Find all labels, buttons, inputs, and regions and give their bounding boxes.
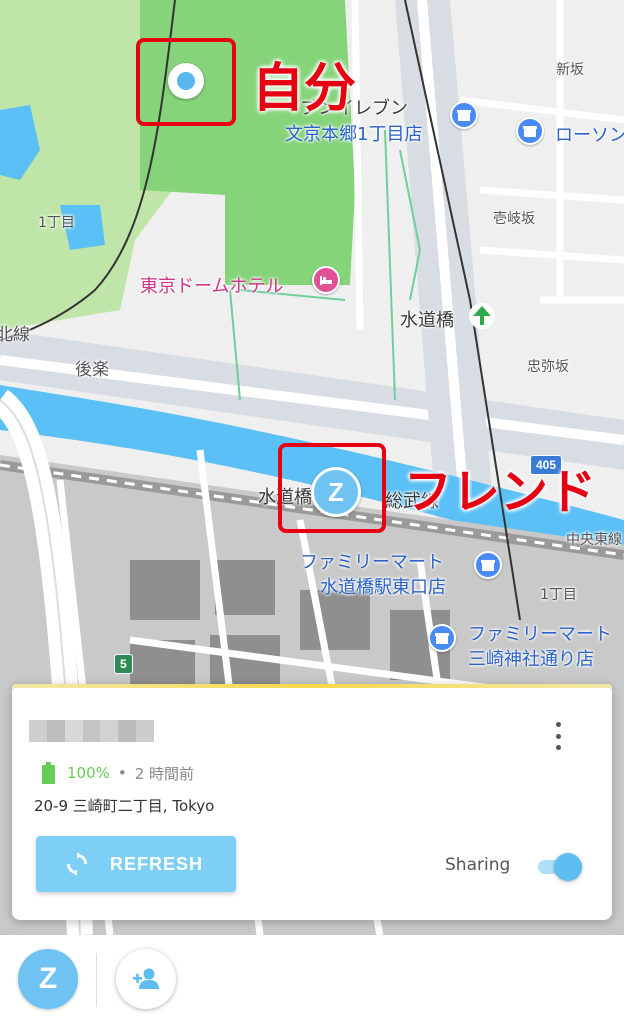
map-label-line-fragment: 北線 bbox=[0, 325, 30, 345]
map-label-familymart-2: ファミリーマート bbox=[468, 624, 612, 645]
route-5-shield: 5 bbox=[114, 654, 133, 674]
bar-divider bbox=[96, 953, 97, 1007]
map-label-1chome-left: 1丁目 bbox=[38, 215, 75, 231]
map-label-korakuen: 後楽 bbox=[75, 360, 109, 380]
sharing-label: Sharing bbox=[445, 855, 511, 875]
store-icon[interactable] bbox=[474, 551, 502, 579]
status-separator: • bbox=[117, 764, 127, 782]
map-label-lawson: ローソン bbox=[555, 125, 624, 146]
battery-full-icon bbox=[42, 762, 55, 784]
card-accent-line bbox=[12, 684, 612, 688]
add-friend-button[interactable] bbox=[116, 949, 176, 1009]
self-annotation-label: 自分 bbox=[252, 59, 357, 119]
friend-avatar[interactable]: Z bbox=[18, 949, 78, 1009]
map-label-tokyo-dome-hotel: 東京ドームホテル bbox=[140, 276, 284, 297]
map-label-chuo-line: 中央東線 bbox=[566, 532, 622, 548]
map-label-seven-eleven-branch: 文京本郷1丁目店 bbox=[285, 124, 423, 145]
map-label-suidobashi-park: 水道橋 bbox=[400, 310, 454, 331]
map-label-shinzaka: 新坂 bbox=[556, 62, 584, 78]
friend-highlight-box bbox=[278, 443, 386, 533]
status-row: 100% • 2 時間前 bbox=[42, 761, 194, 785]
tree-icon bbox=[469, 303, 495, 329]
sharing-toggle[interactable] bbox=[536, 852, 582, 882]
more-vertical-icon[interactable] bbox=[550, 722, 566, 750]
hotel-bed-icon[interactable] bbox=[312, 266, 340, 294]
map-label-1chome-right: 1丁目 bbox=[540, 587, 577, 603]
map-label-chuyazaka: 忠弥坂 bbox=[527, 359, 569, 375]
refresh-button-label: REFRESH bbox=[110, 853, 204, 874]
map-label-familymart-2-branch: 三崎神社通り店 bbox=[468, 649, 594, 670]
friend-address: 20-9 三崎町二丁目, Tokyo bbox=[34, 797, 215, 815]
add-person-icon bbox=[133, 968, 159, 989]
friend-name-redacted bbox=[29, 720, 155, 742]
refresh-icon bbox=[66, 852, 88, 876]
map-label-familymart-1: ファミリーマート bbox=[300, 552, 444, 573]
last-updated-time: 2 時間前 bbox=[134, 764, 195, 783]
friend-annotation-label: フレンド bbox=[404, 464, 597, 520]
battery-percentage: 100% bbox=[67, 764, 110, 782]
friend-detail-card: 100% • 2 時間前 20-9 三崎町二丁目, Tokyo REFRESH … bbox=[12, 684, 612, 920]
store-icon[interactable] bbox=[428, 624, 456, 652]
refresh-button[interactable]: REFRESH bbox=[36, 836, 236, 892]
store-icon[interactable] bbox=[450, 101, 478, 129]
map-label-ikizaka: 壱岐坂 bbox=[493, 211, 535, 227]
store-icon[interactable] bbox=[516, 117, 544, 145]
self-highlight-box bbox=[136, 38, 236, 126]
map-label-familymart-1-branch: 水道橋駅東口店 bbox=[320, 577, 446, 598]
bottom-friend-bar: Z bbox=[0, 935, 624, 1024]
